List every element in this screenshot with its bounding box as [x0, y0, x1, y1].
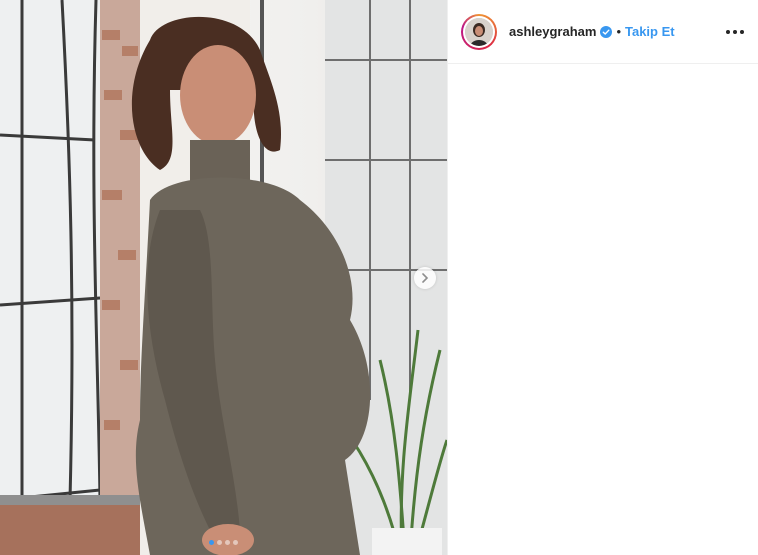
- avatar: [465, 17, 493, 46]
- separator-dot: •: [616, 24, 621, 39]
- post-photo: [0, 0, 447, 555]
- follow-button[interactable]: Takip Et: [625, 24, 675, 39]
- username-link[interactable]: ashleygraham: [509, 24, 596, 39]
- carousel-dot: [217, 540, 222, 545]
- profile-avatar[interactable]: [461, 13, 497, 50]
- post-media[interactable]: [0, 0, 447, 555]
- carousel-dot: [225, 540, 230, 545]
- instagram-post: ashleygraham • Takip Et: [0, 0, 758, 555]
- carousel-dot: [209, 540, 214, 545]
- chevron-right-icon: [422, 273, 429, 283]
- carousel-indicator: [0, 540, 447, 545]
- more-options-icon[interactable]: [726, 24, 744, 40]
- carousel-dot: [233, 540, 238, 545]
- post-sidebar: ashleygraham • Takip Et: [447, 0, 758, 555]
- post-header: ashleygraham • Takip Et: [448, 0, 758, 64]
- verified-badge-icon: [600, 25, 613, 38]
- next-slide-button[interactable]: [414, 267, 436, 289]
